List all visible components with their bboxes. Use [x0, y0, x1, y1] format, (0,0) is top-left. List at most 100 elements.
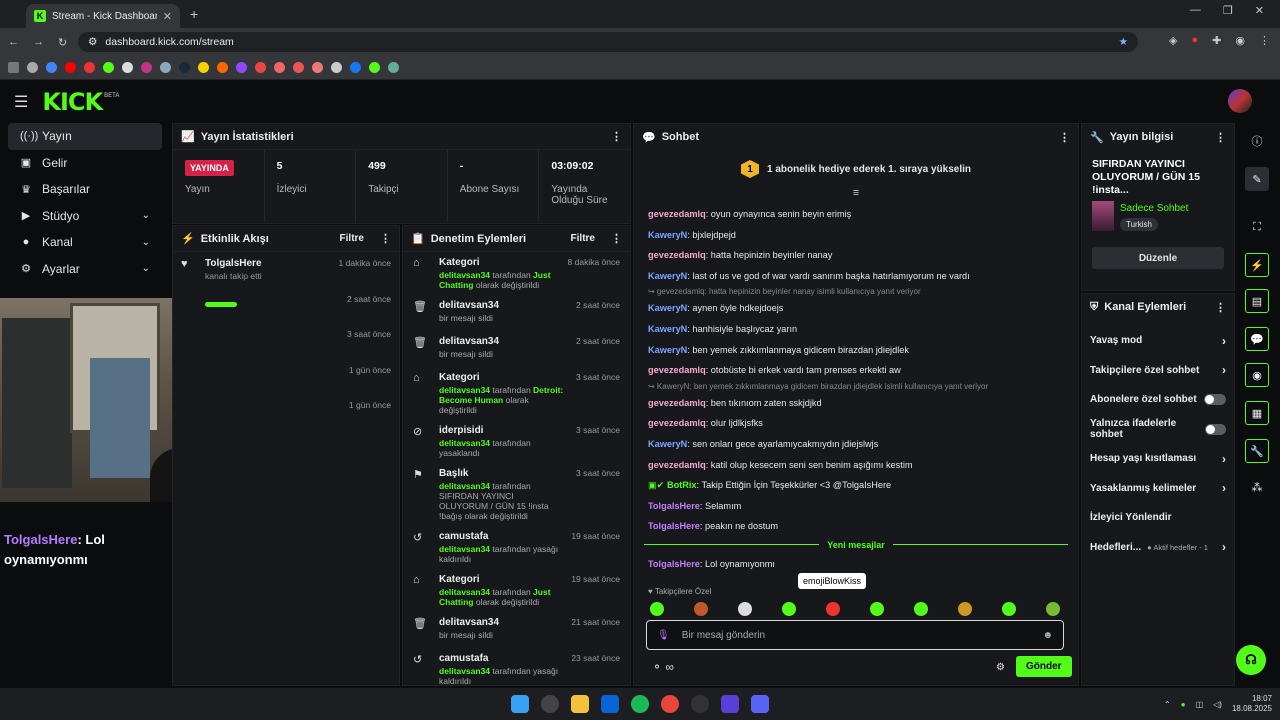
chat-username[interactable]: BotRix: [667, 480, 697, 490]
search-icon[interactable]: [541, 695, 559, 713]
bookmark-icon[interactable]: [27, 62, 38, 73]
sidebar-item-yayin[interactable]: ((·)) Yayın: [8, 123, 162, 150]
filter-button[interactable]: Filtre: [340, 233, 364, 244]
bookmark-icon[interactable]: [179, 62, 190, 73]
bookmark-icon[interactable]: [293, 62, 304, 73]
chevron-up-icon[interactable]: ⌃: [1164, 700, 1171, 709]
pinned-toggle-icon[interactable]: ≡: [634, 188, 1078, 204]
chat-username[interactable]: KaweryN: [648, 303, 687, 313]
emote-icon[interactable]: [782, 602, 796, 616]
channel-action-5[interactable]: Yasaklanmış kelimeler ›: [1082, 474, 1234, 504]
more-options-icon[interactable]: ⋮: [611, 232, 622, 245]
kick-logo[interactable]: KICK: [42, 88, 103, 116]
clock[interactable]: 18:07 18.08.2025: [1232, 694, 1272, 714]
bookmark-star-icon[interactable]: ★: [1119, 36, 1128, 48]
browser-tab[interactable]: K Stream - Kick Dashboard ✕: [26, 4, 180, 28]
emote-icon[interactable]: [694, 602, 708, 616]
chat-username[interactable]: gevezedamlq: [648, 250, 706, 260]
windows-start-icon[interactable]: [511, 695, 529, 713]
nodes-icon[interactable]: ⁂: [1245, 475, 1269, 499]
sidebar-item-ayarlar[interactable]: ⚙ Ayarlar ⌄: [8, 256, 162, 283]
kicks-icon[interactable]: ⚬: [652, 660, 662, 674]
maximize-icon[interactable]: ❐: [1223, 4, 1233, 17]
category-name[interactable]: Sadece Sohbet: [1120, 203, 1188, 214]
microphone-icon[interactable]: 🎙: [657, 630, 670, 641]
emote-icon[interactable]: [958, 602, 972, 616]
back-icon[interactable]: ←: [8, 36, 19, 48]
bookmark-icon[interactable]: [198, 62, 209, 73]
pencil-icon[interactable]: ✎: [1245, 167, 1269, 191]
toggle-switch[interactable]: [1204, 394, 1226, 406]
filter-button[interactable]: Filtre: [571, 233, 595, 244]
bookmark-icon[interactable]: [331, 62, 342, 73]
app-icon[interactable]: [721, 695, 739, 713]
chat-username[interactable]: gevezedamlq: [648, 460, 706, 470]
bookmark-icon[interactable]: [160, 62, 171, 73]
channel-action-3[interactable]: Yalnızca ifadelerle sohbet: [1082, 415, 1234, 445]
chrome-icon[interactable]: [661, 695, 679, 713]
menu-icon[interactable]: ⋮: [1259, 34, 1270, 47]
profile-icon[interactable]: ◉: [1235, 34, 1245, 47]
close-tab-icon[interactable]: ✕: [163, 10, 172, 23]
bookmark-icon[interactable]: [46, 62, 57, 73]
close-window-icon[interactable]: ✕: [1255, 4, 1264, 17]
send-button[interactable]: Gönder: [1016, 656, 1072, 677]
puzzle-icon[interactable]: ✚: [1212, 34, 1221, 47]
bookmark-icon[interactable]: [65, 62, 76, 73]
bookmark-icon[interactable]: [350, 62, 361, 73]
sidebar-item-studyo[interactable]: ▶ Stüdyo ⌄: [8, 203, 162, 230]
new-tab-icon[interactable]: +: [190, 6, 198, 22]
bookmark-icon[interactable]: [255, 62, 266, 73]
volume-icon[interactable]: ◁): [1213, 700, 1222, 709]
mic-icon[interactable]: ●: [1181, 700, 1186, 709]
channel-action-0[interactable]: Yavaş mod ›: [1082, 326, 1234, 356]
hamburger-menu-icon[interactable]: ☰: [14, 92, 28, 112]
reload-icon[interactable]: ↻: [58, 36, 67, 49]
bookmark-icon[interactable]: [274, 62, 285, 73]
outlook-icon[interactable]: [601, 695, 619, 713]
file-explorer-icon[interactable]: [571, 695, 589, 713]
user-avatar[interactable]: [1228, 89, 1252, 113]
channel-action-1[interactable]: Takipçilere özel sohbet ›: [1082, 356, 1234, 386]
info-icon[interactable]: ⓘ: [1245, 129, 1269, 153]
more-options-icon[interactable]: ⋮: [1215, 131, 1226, 144]
shield-icon[interactable]: ◈: [1169, 34, 1177, 47]
chat-icon[interactable]: 💬: [1245, 327, 1269, 351]
chat-username[interactable]: KaweryN: [648, 439, 687, 449]
bookmark-icon[interactable]: [236, 62, 247, 73]
emote-icon[interactable]: [1002, 602, 1016, 616]
chat-username[interactable]: TolgalsHere: [648, 559, 700, 569]
bookmark-icon[interactable]: [217, 62, 228, 73]
bookmark-icon[interactable]: [103, 62, 114, 73]
emote-icon[interactable]: [650, 602, 664, 616]
obs-icon[interactable]: [691, 695, 709, 713]
bookmark-icon[interactable]: [84, 62, 95, 73]
sidebar-item-kanal[interactable]: ● Kanal ⌄: [8, 229, 162, 256]
sidebar-item-basarilar[interactable]: ♛ Başarılar: [8, 176, 162, 203]
chat-username[interactable]: gevezedamlq: [648, 398, 706, 408]
forward-icon[interactable]: →: [33, 36, 44, 48]
support-icon[interactable]: ☊: [1236, 645, 1266, 675]
apps-icon[interactable]: [8, 62, 19, 73]
chat-username[interactable]: gevezedamlq: [648, 209, 706, 219]
emoji-picker-icon[interactable]: ☻: [1042, 630, 1053, 641]
bookmark-icon[interactable]: [141, 62, 152, 73]
crop-icon[interactable]: ⛶: [1245, 215, 1269, 239]
chat-username[interactable]: KaweryN: [648, 230, 687, 240]
channel-action-6[interactable]: İzleyici Yönlendir: [1082, 503, 1234, 533]
document-icon[interactable]: ▤: [1245, 289, 1269, 313]
chat-username[interactable]: gevezedamlq: [648, 365, 706, 375]
emote-icon[interactable]: [826, 602, 840, 616]
bookmark-icon[interactable]: [122, 62, 133, 73]
more-options-icon[interactable]: ⋮: [380, 232, 391, 245]
address-bar[interactable]: ⚙ dashboard.kick.com/stream ★: [78, 32, 1138, 52]
chat-username[interactable]: KaweryN: [648, 324, 687, 334]
gift-banner[interactable]: 1 1 abonelik hediye ederek 1. sıraya yüks…: [634, 150, 1078, 188]
chat-username[interactable]: KaweryN: [648, 271, 687, 281]
infinity-icon[interactable]: ∞: [665, 660, 674, 674]
chat-username[interactable]: gevezedamlq: [648, 418, 706, 428]
emote-icon[interactable]: [870, 602, 884, 616]
emote-icon[interactable]: [738, 602, 752, 616]
chat-settings-icon[interactable]: ⚙: [996, 662, 1005, 673]
more-options-icon[interactable]: ⋮: [1215, 301, 1226, 314]
